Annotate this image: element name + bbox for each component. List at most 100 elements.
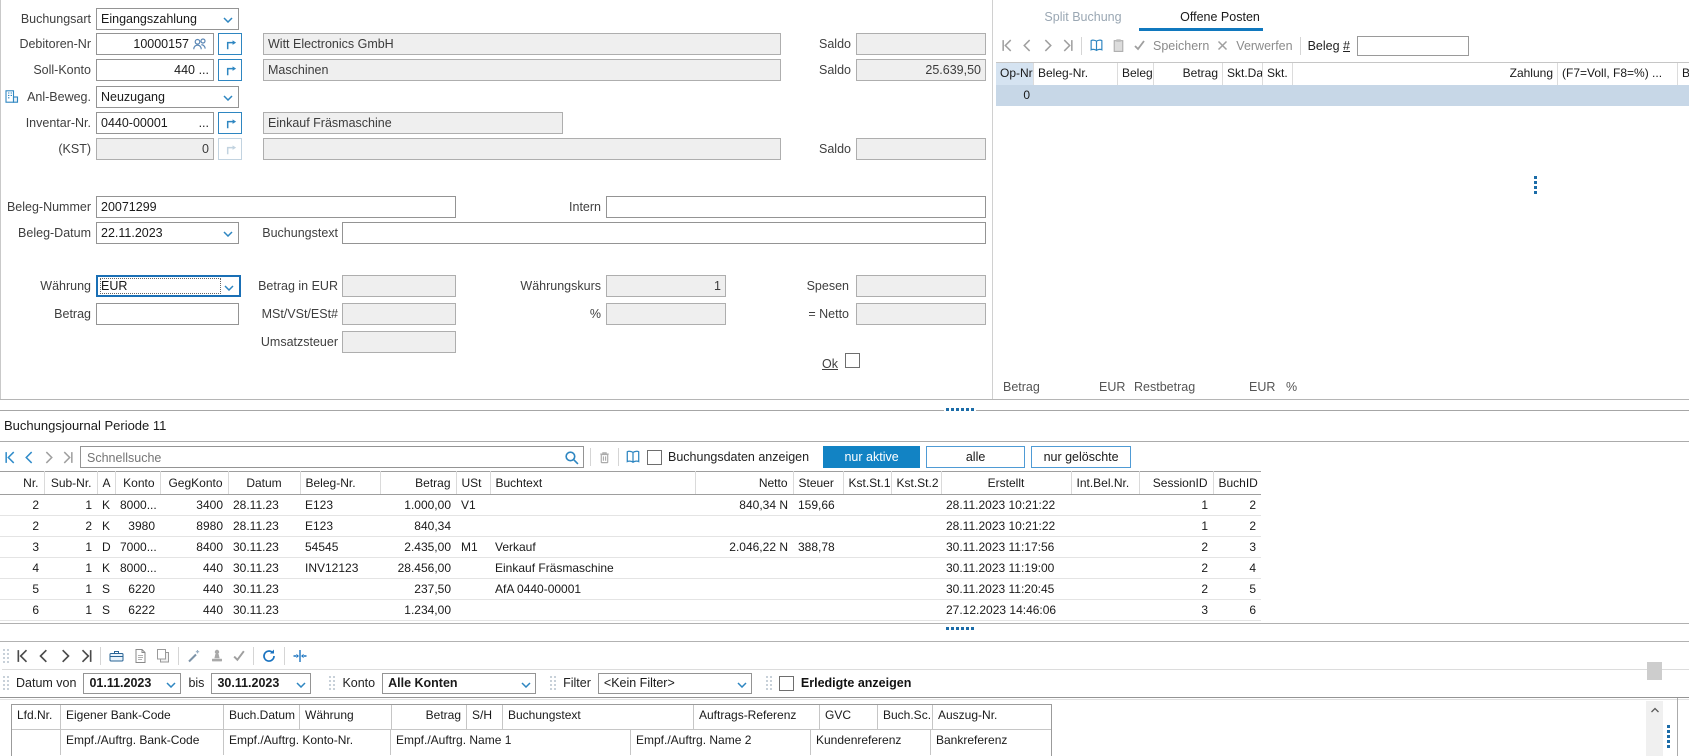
datum-bis-select[interactable]: 30.11.2023 [211, 673, 311, 694]
journal-column-header[interactable]: Sub-Nr. [44, 472, 97, 495]
konto-select[interactable]: Alle Konten [382, 673, 536, 694]
journal-row[interactable]: 61S622244030.11.231.234,0027.12.2023 14:… [0, 600, 1261, 621]
journal-row[interactable]: 51S622044030.11.23237,50AfA 0440-0000130… [0, 579, 1261, 600]
vertical-scrollbar[interactable] [1646, 701, 1663, 756]
ok-checkbox[interactable] [845, 353, 860, 368]
splitter-grip[interactable] [944, 626, 976, 631]
erledigte-checkbox[interactable] [779, 676, 794, 691]
journal-column-header[interactable]: BuchID [1213, 472, 1261, 495]
nav-first-icon[interactable] [1001, 39, 1014, 52]
column-header[interactable]: Beleg-D... [1118, 63, 1154, 85]
scroll-up-button[interactable] [1646, 701, 1663, 718]
journal-column-header[interactable]: Erstellt [941, 472, 1071, 495]
nav-first-icon[interactable] [4, 451, 17, 464]
speichern-button[interactable]: Speichern [1153, 39, 1209, 53]
journal-column-header[interactable]: Steuer [793, 472, 843, 495]
buchungsdaten-checkbox[interactable] [647, 450, 662, 465]
nav-last-icon[interactable] [1061, 39, 1074, 52]
journal-column-header[interactable]: Kst.St.2 [891, 472, 941, 495]
column-header[interactable]: Empf./Auftrg. Name 1 [391, 730, 631, 755]
column-header[interactable]: Buch.Datum [224, 705, 300, 729]
waehrung-select[interactable]: EUR [96, 275, 241, 297]
anl-beweg-select[interactable]: Neuzugang [96, 86, 239, 108]
journal-column-header[interactable]: USt [456, 472, 490, 495]
journal-column-header[interactable]: Kst.St.1 [843, 472, 891, 495]
column-header[interactable] [12, 730, 61, 755]
journal-row[interactable]: 41K8000...44030.11.23INV1212328.456,00Ei… [0, 558, 1261, 579]
ellipsis-button[interactable]: ... [195, 63, 209, 77]
column-header[interactable]: GVC [820, 705, 878, 729]
inventar-jump-button[interactable] [218, 112, 242, 134]
buchungstext-input[interactable] [342, 222, 986, 244]
refresh-icon[interactable] [261, 648, 277, 664]
journal-book-icon[interactable] [625, 449, 641, 465]
column-header[interactable]: Eigener Bank-Code [61, 705, 224, 729]
tab-split-buchung[interactable]: Split Buchung [1023, 6, 1143, 28]
vertical-splitter-grip[interactable] [1534, 176, 1537, 194]
beleg-nummer-input[interactable]: 20071299 [96, 196, 456, 218]
column-header[interactable]: Skt.Dat. [1223, 63, 1263, 85]
column-header[interactable]: S/H [467, 705, 503, 729]
nav-prev-icon[interactable] [1021, 39, 1034, 52]
column-header[interactable]: Empf./Auftrg. Name 2 [631, 730, 811, 755]
journal-row[interactable]: 22K3980898028.11.23E123840,3428.11.2023 … [0, 516, 1261, 537]
vertical-splitter-grip[interactable] [1667, 725, 1670, 748]
x-icon[interactable] [1216, 39, 1229, 52]
nav-last-icon[interactable] [61, 451, 74, 464]
datum-von-select[interactable]: 01.11.2023 [83, 673, 181, 694]
soll-konto-jump-button[interactable] [218, 59, 242, 81]
column-header[interactable]: Betrag [392, 705, 467, 729]
check-icon[interactable] [1133, 39, 1146, 52]
journal-column-header[interactable]: Netto [695, 472, 793, 495]
column-header[interactable]: Währung [300, 705, 392, 729]
journal-column-header[interactable]: SessionID [1139, 472, 1213, 495]
toolbar-grip[interactable] [549, 675, 556, 691]
soll-konto-input[interactable]: 440 ... [96, 59, 214, 81]
journal-column-header[interactable]: Nr. [0, 472, 44, 495]
toolbar-grip[interactable] [765, 675, 772, 691]
journal-row[interactable]: 21K8000...340028.11.23E1231.000,00V1840,… [0, 495, 1261, 516]
column-header[interactable]: Skt. ... [1263, 63, 1293, 85]
column-header[interactable]: B [1678, 63, 1689, 85]
copy-icon[interactable] [155, 648, 171, 664]
journal-row[interactable]: 31D7000...840030.11.23545452.435,00M1Ver… [0, 537, 1261, 558]
column-header[interactable]: Empf./Auftrg. Konto-Nr. [224, 730, 391, 755]
filter-alle-button[interactable]: alle [926, 446, 1025, 468]
column-header[interactable]: Betrag [1154, 63, 1223, 85]
column-header[interactable]: Op-Nr. [996, 63, 1034, 85]
journal-column-header[interactable]: Konto [115, 472, 160, 495]
fit-columns-icon[interactable] [292, 648, 308, 664]
inventar-input[interactable]: 0440-00001 ... [96, 112, 214, 134]
journal-column-header[interactable]: Int.Bel.Nr. [1071, 472, 1139, 495]
filter-nur-aktive-button[interactable]: nur aktive [823, 446, 920, 468]
journal-column-header[interactable]: Datum [228, 472, 300, 495]
column-header[interactable]: Beleg-Nr. [1034, 63, 1118, 85]
filter-select[interactable]: <Kein Filter> [598, 673, 752, 694]
column-header[interactable]: Zahlung [1293, 63, 1558, 85]
betrag-input[interactable] [96, 303, 239, 325]
column-header[interactable]: Auszug-Nr. [933, 705, 1051, 729]
journal-column-header[interactable]: Buchtext [490, 472, 695, 495]
search-icon[interactable] [564, 450, 579, 465]
journal-column-header[interactable]: Beleg-Nr. [300, 472, 380, 495]
nav-next-icon[interactable] [58, 649, 72, 663]
column-header[interactable]: Buchungstext [503, 705, 694, 729]
debitoren-input[interactable]: 10000157 [96, 33, 214, 55]
search-input[interactable] [85, 448, 559, 468]
intern-input[interactable] [606, 196, 986, 218]
case-icon[interactable] [108, 648, 125, 664]
nav-prev-icon[interactable] [37, 649, 51, 663]
filter-nur-geloeschte-button[interactable]: nur gelöschte [1031, 446, 1131, 468]
ellipsis-button[interactable]: ... [195, 116, 209, 130]
nav-prev-icon[interactable] [23, 451, 36, 464]
nav-next-icon[interactable] [1041, 39, 1054, 52]
buchungsart-select[interactable]: Eingangszahlung [96, 8, 239, 30]
open-items-selected-row[interactable]: 0 [996, 85, 1689, 106]
beleg-number-input[interactable] [1357, 36, 1469, 56]
column-header[interactable]: Empf./Auftrg. Bank-Code [61, 730, 224, 755]
column-header[interactable]: Buch.Sc... [878, 705, 933, 729]
column-header[interactable]: (F7=Voll, F8=%) ... [1558, 63, 1678, 85]
journal-book-icon[interactable] [1089, 38, 1104, 53]
toolbar-grip[interactable] [2, 675, 9, 691]
journal-column-header[interactable]: A [97, 472, 115, 495]
